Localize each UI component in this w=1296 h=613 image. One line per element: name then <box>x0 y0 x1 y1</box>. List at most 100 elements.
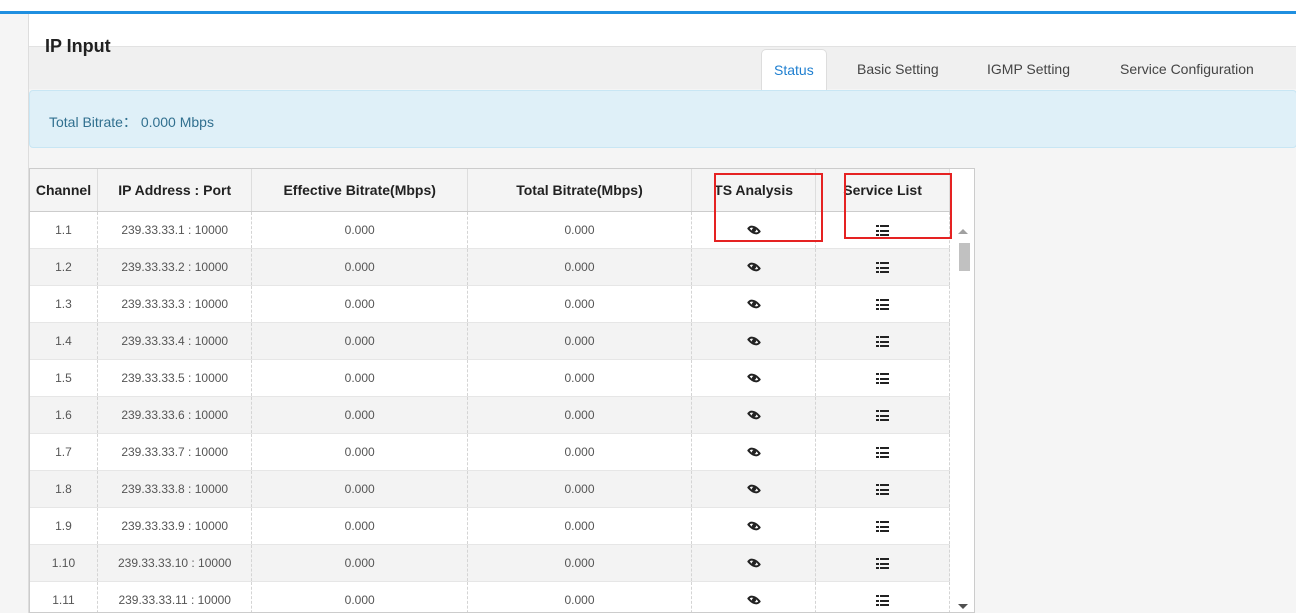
cell-channel: 1.1 <box>30 211 98 249</box>
cell-effective-bitrate: 0.000 <box>251 544 468 582</box>
cell-service-list <box>815 359 950 397</box>
cell-total-bitrate: 0.000 <box>467 211 693 249</box>
table-row: 1.8 239.33.33.8 : 10000 0.000 0.000 <box>30 470 950 508</box>
cell-channel: 1.7 <box>30 433 98 471</box>
eye-icon[interactable] <box>746 222 761 238</box>
cell-effective-bitrate: 0.000 <box>251 470 468 508</box>
cell-service-list <box>815 285 950 323</box>
list-icon[interactable] <box>876 595 890 607</box>
cell-service-list <box>815 322 950 360</box>
cell-ts-analysis <box>691 544 817 582</box>
cell-service-list <box>815 507 950 545</box>
header-service-list: Service List <box>815 169 950 212</box>
total-bitrate-text: Total Bitrate： 0.000 Mbps <box>49 114 214 130</box>
top-bar <box>0 0 1296 11</box>
cell-effective-bitrate: 0.000 <box>251 248 468 286</box>
cell-service-list <box>815 544 950 582</box>
cell-ip-address-port: 239.33.33.1 : 10000 <box>97 211 253 249</box>
cell-effective-bitrate: 0.000 <box>251 322 468 360</box>
cell-service-list <box>815 248 950 286</box>
cell-ts-analysis <box>691 248 817 286</box>
cell-service-list <box>815 396 950 434</box>
header-total-bitrate: Total Bitrate(Mbps) <box>467 169 693 212</box>
list-icon[interactable] <box>876 447 890 459</box>
cell-total-bitrate: 0.000 <box>467 470 693 508</box>
table-header-row: Channel IP Address : Port Effective Bitr… <box>30 169 950 212</box>
cell-ip-address-port: 239.33.33.2 : 10000 <box>97 248 253 286</box>
list-icon[interactable] <box>876 299 890 311</box>
cell-channel: 1.5 <box>30 359 98 397</box>
cell-total-bitrate: 0.000 <box>467 322 693 360</box>
header-channel: Channel <box>30 169 98 212</box>
cell-effective-bitrate: 0.000 <box>251 433 468 471</box>
table-row: 1.6 239.33.33.6 : 10000 0.000 0.000 <box>30 396 950 434</box>
cell-ip-address-port: 239.33.33.3 : 10000 <box>97 285 253 323</box>
list-icon[interactable] <box>876 558 890 570</box>
cell-effective-bitrate: 0.000 <box>251 507 468 545</box>
cell-ts-analysis <box>691 581 817 612</box>
cell-total-bitrate: 0.000 <box>467 359 693 397</box>
cell-channel: 1.11 <box>30 581 98 612</box>
header-ts-analysis: TS Analysis <box>691 169 817 212</box>
tab-basic-setting[interactable]: Basic Setting <box>857 49 939 89</box>
panel-title: IP Input <box>45 36 111 56</box>
cell-ts-analysis <box>691 285 817 323</box>
table-row: 1.7 239.33.33.7 : 10000 0.000 0.000 <box>30 433 950 471</box>
eye-icon[interactable] <box>746 333 761 349</box>
cell-effective-bitrate: 0.000 <box>251 359 468 397</box>
list-icon[interactable] <box>876 410 890 422</box>
table-row: 1.10 239.33.33.10 : 10000 0.000 0.000 <box>30 544 950 582</box>
eye-icon[interactable] <box>746 518 761 534</box>
table-row: 1.9 239.33.33.9 : 10000 0.000 0.000 <box>30 507 950 545</box>
list-icon[interactable] <box>876 225 890 237</box>
scroll-down-arrow-icon[interactable] <box>958 604 968 609</box>
cell-ip-address-port: 239.33.33.7 : 10000 <box>97 433 253 471</box>
eye-icon[interactable] <box>746 481 761 497</box>
cell-total-bitrate: 0.000 <box>467 544 693 582</box>
list-icon[interactable] <box>876 373 890 385</box>
cell-ts-analysis <box>691 507 817 545</box>
channel-table-container: Channel IP Address : Port Effective Bitr… <box>29 168 975 613</box>
eye-icon[interactable] <box>746 259 761 275</box>
table-row: 1.5 239.33.33.5 : 10000 0.000 0.000 <box>30 359 950 397</box>
eye-icon[interactable] <box>746 444 761 460</box>
ip-input-panel: IP Input Status Basic Setting IGMP Setti… <box>28 14 1296 613</box>
tab-igmp-setting[interactable]: IGMP Setting <box>987 49 1070 89</box>
cell-total-bitrate: 0.000 <box>467 248 693 286</box>
cell-ts-analysis <box>691 359 817 397</box>
header-effective-bitrate: Effective Bitrate(Mbps) <box>251 169 468 212</box>
cell-channel: 1.3 <box>30 285 98 323</box>
eye-icon[interactable] <box>746 407 761 423</box>
table-row: 1.11 239.33.33.11 : 10000 0.000 0.000 <box>30 581 950 612</box>
cell-ip-address-port: 239.33.33.9 : 10000 <box>97 507 253 545</box>
channel-table: Channel IP Address : Port Effective Bitr… <box>30 169 950 612</box>
list-icon[interactable] <box>876 336 890 348</box>
cell-channel: 1.6 <box>30 396 98 434</box>
tab-status[interactable]: Status <box>761 49 827 91</box>
table-scrollbar[interactable] <box>954 229 972 609</box>
eye-icon[interactable] <box>746 370 761 386</box>
scroll-thumb[interactable] <box>959 243 970 271</box>
cell-service-list <box>815 433 950 471</box>
cell-total-bitrate: 0.000 <box>467 507 693 545</box>
list-icon[interactable] <box>876 484 890 496</box>
eye-icon[interactable] <box>746 592 761 608</box>
list-icon[interactable] <box>876 262 890 274</box>
scroll-up-arrow-icon[interactable] <box>958 229 968 234</box>
cell-ip-address-port: 239.33.33.8 : 10000 <box>97 470 253 508</box>
panel-header: IP Input Status Basic Setting IGMP Setti… <box>29 14 1296 91</box>
cell-channel: 1.2 <box>30 248 98 286</box>
table-row: 1.3 239.33.33.3 : 10000 0.000 0.000 <box>30 285 950 323</box>
cell-ts-analysis <box>691 396 817 434</box>
table-row: 1.4 239.33.33.4 : 10000 0.000 0.000 <box>30 322 950 360</box>
eye-icon[interactable] <box>746 296 761 312</box>
cell-channel: 1.9 <box>30 507 98 545</box>
cell-total-bitrate: 0.000 <box>467 433 693 471</box>
tab-service-configuration[interactable]: Service Configuration <box>1120 49 1254 89</box>
cell-ts-analysis <box>691 322 817 360</box>
cell-channel: 1.4 <box>30 322 98 360</box>
cell-service-list <box>815 211 950 249</box>
cell-ip-address-port: 239.33.33.11 : 10000 <box>97 581 253 612</box>
eye-icon[interactable] <box>746 555 761 571</box>
list-icon[interactable] <box>876 521 890 533</box>
